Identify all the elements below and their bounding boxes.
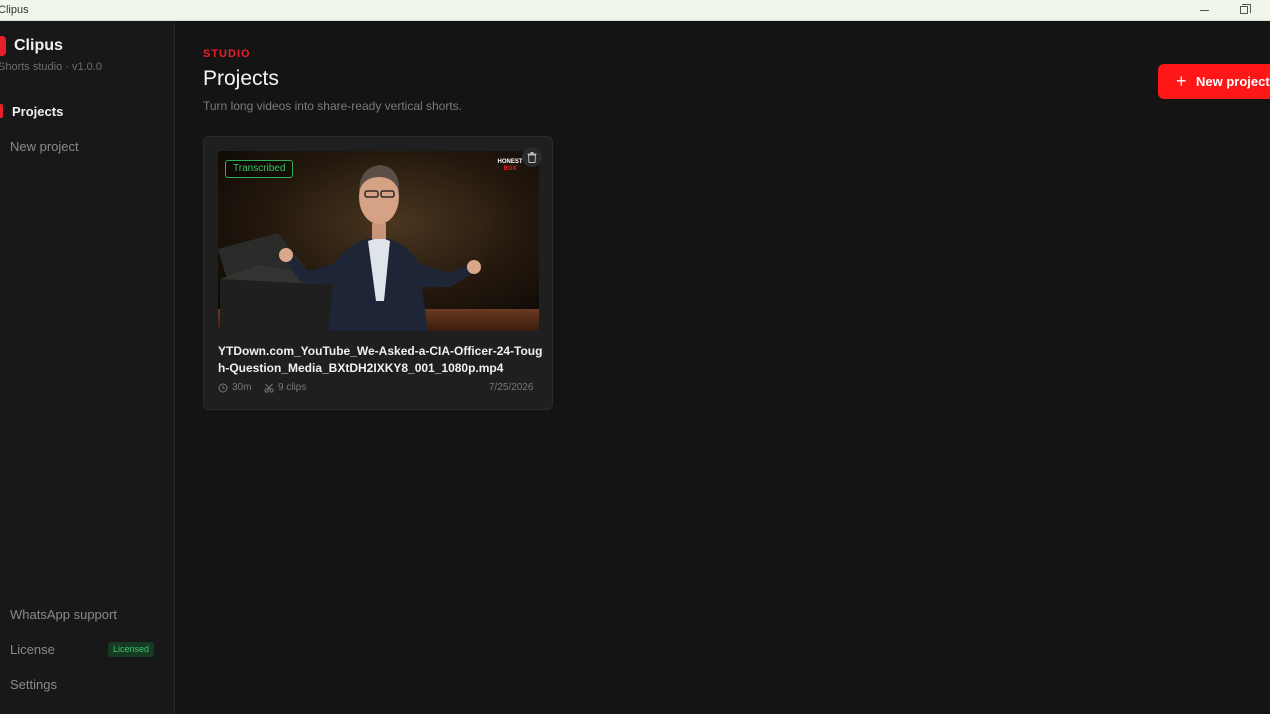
project-duration-value: 30m bbox=[232, 382, 252, 393]
brand-logo-icon bbox=[0, 36, 6, 56]
window-titlebar: Clipus bbox=[0, 0, 1270, 21]
minimize-icon bbox=[1199, 9, 1209, 11]
sidebar-item-settings[interactable]: Settings bbox=[0, 669, 175, 699]
section-eyebrow: STUDIO bbox=[203, 48, 251, 60]
new-project-button-label: New project bbox=[1196, 74, 1270, 89]
sidebar-item-projects[interactable]: Projects bbox=[0, 96, 175, 126]
thumbnail-logo-sub: BOX bbox=[503, 166, 516, 172]
sidebar-item-label: Settings bbox=[10, 676, 57, 692]
scissors-icon bbox=[264, 383, 274, 393]
license-status-badge: Licensed bbox=[108, 642, 155, 657]
brand-name: Clipus bbox=[14, 37, 63, 54]
sidebar-item-label: New project bbox=[10, 138, 79, 154]
brand-subtitle: Shorts studio · v1.0.0 bbox=[0, 61, 102, 73]
video-thumbnail-image: HONEST BOX bbox=[218, 151, 539, 331]
sidebar-item-whatsapp-support[interactable]: WhatsApp support bbox=[0, 599, 175, 629]
sidebar-item-label: License bbox=[10, 641, 55, 657]
delete-project-button[interactable] bbox=[522, 147, 542, 167]
new-project-button[interactable]: + New project bbox=[1158, 64, 1270, 99]
project-title: YTDown.com_YouTube_We-Asked-a-CIA-Office… bbox=[218, 344, 543, 375]
restore-button[interactable] bbox=[1224, 0, 1264, 20]
project-duration: 30m bbox=[218, 382, 251, 393]
project-thumbnail: HONEST BOX Transcribed bbox=[218, 151, 539, 331]
sidebar-item-label: Projects bbox=[12, 103, 64, 119]
window-title: Clipus bbox=[0, 4, 29, 16]
clock-icon bbox=[218, 383, 228, 392]
status-badge: Transcribed bbox=[225, 160, 294, 178]
active-indicator bbox=[0, 104, 3, 118]
project-clips: 9 clips bbox=[264, 382, 306, 393]
sidebar-item-label: WhatsApp support bbox=[10, 606, 117, 622]
plus-icon: + bbox=[1176, 71, 1187, 91]
restore-icon bbox=[1240, 4, 1251, 14]
sidebar-item-new-project[interactable]: New project bbox=[0, 131, 175, 161]
trash-icon bbox=[527, 151, 537, 163]
project-card[interactable]: HONEST BOX Transcribed YTDown.com_YouTub… bbox=[203, 136, 553, 410]
sidebar: Clipus Shorts studio · v1.0.0 Projects N… bbox=[0, 21, 175, 714]
project-date: 7/25/2026 bbox=[489, 382, 534, 393]
thumbnail-logo: HONEST bbox=[497, 159, 522, 165]
minimize-button[interactable] bbox=[1184, 0, 1224, 20]
page-subtitle: Turn long videos into share-ready vertic… bbox=[203, 99, 463, 113]
page-title: Projects bbox=[203, 67, 279, 90]
project-clips-value: 9 clips bbox=[278, 382, 307, 393]
sidebar-item-license[interactable]: License Licensed bbox=[0, 634, 175, 664]
